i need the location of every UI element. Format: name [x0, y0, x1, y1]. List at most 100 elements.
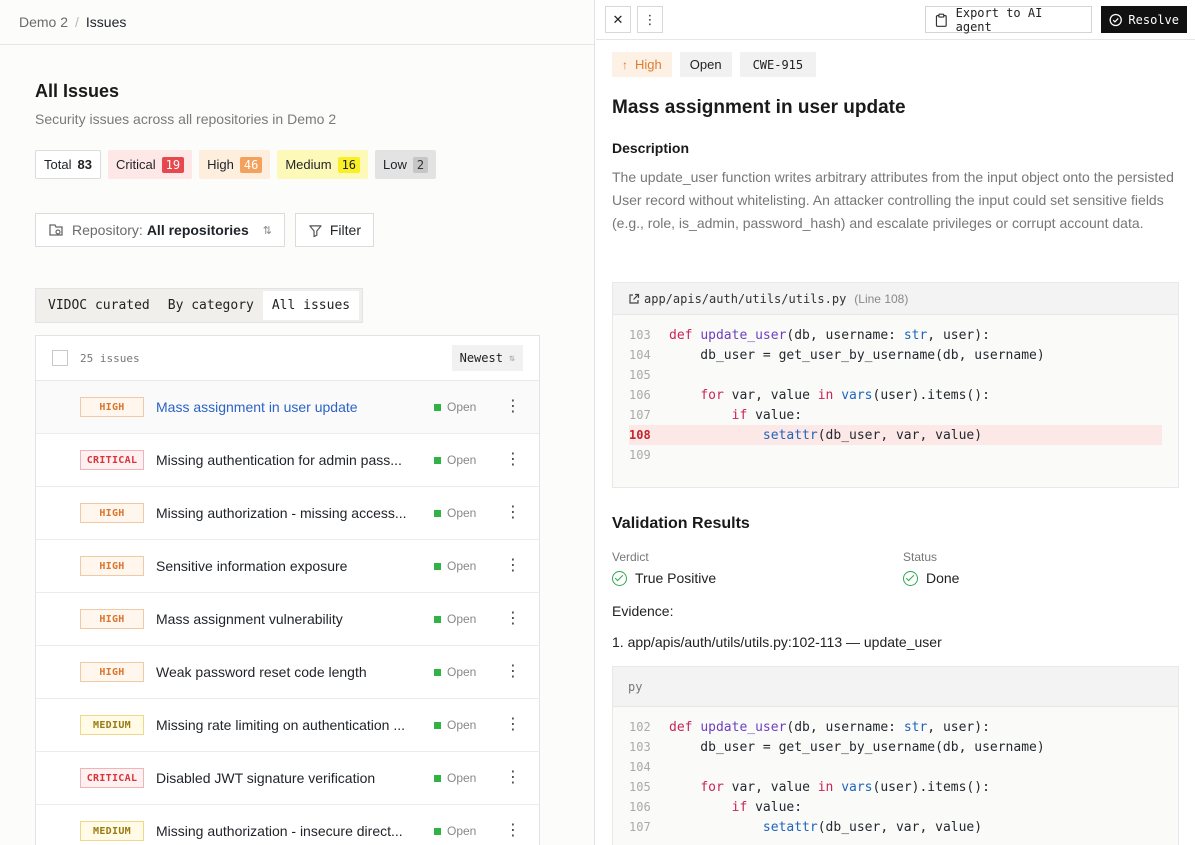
status-badge: Open [434, 612, 490, 626]
issue-title[interactable]: Missing authorization - missing access..… [156, 505, 424, 521]
issue-title[interactable]: Weak password reset code length [156, 664, 424, 680]
code-line: 105 for var, value in vars (user).items()… [629, 779, 990, 795]
code-line: 105 [629, 368, 651, 382]
count-critical-value: 19 [161, 156, 185, 173]
table-row[interactable]: HIGH Mass assignment vulnerability Open … [36, 593, 539, 646]
repository-select[interactable]: Repository: All repositories ⇅ [35, 213, 285, 247]
export-label: Export to AI agent [955, 5, 1043, 34]
count-high[interactable]: High 46 [199, 150, 271, 179]
evidence-item: 1. app/apis/auth/utils/utils.py:102-113 … [612, 634, 942, 650]
status-dot-icon [434, 562, 441, 570]
severity-badge: HIGH [80, 556, 144, 576]
status-text: Open [447, 400, 477, 414]
status-dot-icon [434, 456, 441, 464]
verdict-label: Verdict [612, 550, 649, 564]
status-dot-icon [434, 615, 441, 623]
more-button[interactable]: ⋮ [637, 6, 663, 33]
code-file-path[interactable]: app/apis/auth/utils/utils.py [644, 292, 846, 306]
count-low-label: Low [383, 157, 407, 172]
code-line: 109 [629, 448, 651, 462]
code-line: 104 db_user = get_user_by_username(db, u… [629, 347, 1045, 363]
close-icon: ✕ [612, 11, 624, 27]
more-options-icon[interactable]: ⋮ [505, 717, 521, 733]
check-circle-icon [903, 570, 918, 586]
page-subtitle: Security issues across all repositories … [35, 111, 337, 127]
code-line: 106 for var, value in vars (user).items()… [629, 387, 990, 403]
table-row[interactable]: MEDIUM Missing rate limiting on authenti… [36, 699, 539, 752]
issue-title[interactable]: Mass assignment vulnerability [156, 611, 424, 627]
export-to-ai-agent-button[interactable]: Export to AI agent [925, 5, 1092, 34]
table-row[interactable]: CRITICAL Missing authentication for admi… [36, 434, 539, 487]
severity-badge: HIGH [80, 397, 144, 417]
count-critical[interactable]: Critical 19 [107, 150, 193, 179]
code-line: 104 [629, 760, 651, 774]
issue-title[interactable]: Sensitive information exposure [156, 558, 424, 574]
breadcrumb-separator: / [75, 14, 79, 30]
count-total[interactable]: Total 83 [35, 150, 101, 179]
resolve-button[interactable]: Resolve [1101, 6, 1187, 33]
more-options-icon[interactable]: ⋮ [505, 611, 521, 627]
more-options-icon: ⋮ [643, 11, 657, 27]
filter-icon [309, 224, 322, 237]
table-row[interactable]: MEDIUM Missing authorization - insecure … [36, 805, 539, 845]
severity-badge: MEDIUM [80, 821, 144, 841]
table-row[interactable]: HIGH Mass assignment in user update Open… [36, 381, 539, 434]
status-value: Done [903, 570, 959, 586]
more-options-icon[interactable]: ⋮ [505, 505, 521, 521]
issues-list: 25 issues Newest ⇅ HIGH Mass assignment … [35, 335, 540, 845]
status-dot-icon [434, 827, 441, 835]
select-all-checkbox[interactable] [52, 350, 68, 366]
table-row[interactable]: HIGH Missing authorization - missing acc… [36, 487, 539, 540]
severity-badge: CRITICAL [80, 450, 144, 470]
severity-tag-label: High [635, 57, 662, 72]
tab-all-issues[interactable]: All issues [262, 291, 360, 320]
issue-title[interactable]: Missing authorization - insecure direct.… [156, 823, 424, 839]
breadcrumb-project[interactable]: Demo 2 [19, 14, 68, 30]
more-options-icon[interactable]: ⋮ [505, 452, 521, 468]
breadcrumb-current: Issues [85, 14, 127, 30]
status-badge: Open [434, 400, 490, 414]
more-options-icon[interactable]: ⋮ [505, 399, 521, 415]
issue-detail-title: Mass assignment in user update [612, 97, 906, 118]
status-text: Open [447, 612, 477, 626]
code-header: app/apis/auth/utils/utils.py (Line 108) [613, 283, 1178, 315]
more-options-icon[interactable]: ⋮ [505, 770, 521, 786]
breadcrumb: Demo 2 / Issues [0, 0, 594, 45]
table-row[interactable]: HIGH Weak password reset code length Ope… [36, 646, 539, 699]
issue-detail-pane: ✕ ⋮ Export to AI agent Resolve ↑ High Op… [596, 0, 1195, 845]
status-text: Open [447, 665, 477, 679]
tab-vidoc-curated[interactable]: VIDOC curated [39, 291, 159, 320]
validation-heading: Validation Results [612, 515, 750, 532]
issue-title[interactable]: Missing authentication for admin pass... [156, 452, 424, 468]
issue-title[interactable]: Missing rate limiting on authentication … [156, 717, 424, 733]
count-medium[interactable]: Medium 16 [277, 150, 369, 179]
status-badge: Open [434, 506, 490, 520]
count-low[interactable]: Low 2 [375, 150, 437, 179]
page-title: All Issues [35, 81, 120, 101]
status-badge: Open [434, 824, 490, 838]
filter-button[interactable]: Filter [295, 213, 374, 247]
issue-title[interactable]: Disabled JWT signature verification [156, 770, 424, 786]
cwe-tag: CWE-915 [739, 52, 817, 77]
table-row[interactable]: HIGH Sensitive information exposure Open… [36, 540, 539, 593]
issue-title[interactable]: Mass assignment in user update [156, 399, 424, 415]
tab-by-category[interactable]: By category [159, 291, 263, 320]
code-line: 107 setattr (db_user, var, value) [629, 819, 983, 835]
external-link-icon[interactable] [628, 293, 640, 305]
close-button[interactable]: ✕ [605, 6, 631, 33]
status-tag: Open [679, 52, 732, 77]
table-row[interactable]: CRITICAL Disabled JWT signature verifica… [36, 752, 539, 805]
count-high-label: High [207, 157, 234, 172]
severity-badge: CRITICAL [80, 768, 144, 788]
more-options-icon[interactable]: ⋮ [505, 664, 521, 680]
view-tabs: VIDOC curated By category All issues [35, 288, 364, 323]
count-low-value: 2 [412, 156, 429, 173]
code-line-note: (Line 108) [854, 291, 909, 306]
code-line-highlighted: 108 setattr (db_user, var, value) [629, 425, 1162, 445]
sort-select[interactable]: Newest ⇅ [451, 345, 523, 371]
status-dot-icon [434, 509, 441, 517]
more-options-icon[interactable]: ⋮ [505, 823, 521, 839]
clipboard-icon [935, 13, 947, 27]
more-options-icon[interactable]: ⋮ [505, 558, 521, 574]
code-lines: 102 def update_user (db, username: str, us… [613, 707, 1178, 845]
